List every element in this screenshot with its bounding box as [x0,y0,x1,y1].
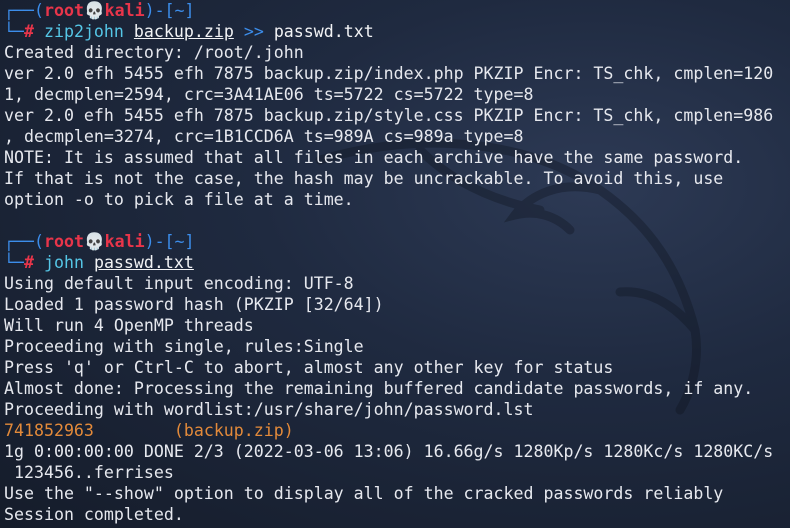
terminal-output[interactable]: ┌──(root💀kali)-[~] └─# zip2john backup.z… [4,0,786,525]
output-line: ver 2.0 efh 5455 efh 7875 backup.zip/sty… [4,106,774,125]
command-line: └─# john passwd.txt [4,252,786,273]
command-outfile: passwd.txt [273,22,374,41]
prompt-user: root [43,1,84,20]
output-line: If that is not the case, the hash may be… [4,169,724,188]
output-line: Using default input encoding: UTF-8 [4,274,354,293]
cracked-password-line: 741852963 (backup.zip) [4,420,786,441]
output-line: 1, decmplen=2594, crc=3A41AE06 ts=5722 c… [4,85,534,104]
prompt-user: root [43,232,84,251]
output-line: Almost done: Processing the remaining bu… [4,379,754,398]
output-line: Proceeding with single, rules:Single [4,337,364,356]
command-redirect: >> [243,22,264,41]
output-line: Proceeding with wordlist:/usr/share/john… [4,400,534,419]
command-argument: passwd.txt [93,253,194,272]
prompt-line-top: ┌──(root💀kali)-[~] [4,231,786,252]
prompt-hash: # [23,253,34,272]
prompt-bracket: ┌──( [4,232,44,251]
prompt-host: kali [104,1,145,20]
cracked-source-file: (backup.zip) [173,421,294,440]
prompt-line-top: ┌──(root💀kali)-[~] [4,0,786,21]
output-line: Use the "--show" option to display all o… [4,484,724,503]
cracked-password: 741852963 [4,421,94,440]
prompt-bracket: ┌──( [4,1,44,20]
output-line: Press 'q' or Ctrl-C to abort, almost any… [4,358,614,377]
output-line: Created directory: /root/.john [4,43,304,62]
skull-icon: 💀 [83,1,105,20]
output-line: ver 2.0 efh 5455 efh 7875 backup.zip/ind… [4,64,774,83]
output-line: 123456..ferrises [4,463,174,482]
output-line: NOTE: It is assumed that all files in ea… [4,148,744,167]
prompt-directory: )-[~] [144,232,195,251]
output-line: option -o to pick a file at a time. [4,190,354,209]
command-line: └─# zip2john backup.zip >> passwd.txt [4,21,786,42]
skull-icon: 💀 [83,232,105,251]
prompt-host: kali [104,232,145,251]
command-argument: backup.zip [133,22,234,41]
command-name: zip2john [43,22,124,41]
output-line: 1g 0:00:00:00 DONE 2/3 (2022-03-06 13:06… [4,442,774,461]
command-name: john [43,253,84,272]
output-line: Loaded 1 password hash (PKZIP [32/64]) [4,295,384,314]
prompt-corner: └─ [4,253,24,272]
output-line: , decmplen=3274, crc=1B1CCD6A ts=989A cs… [4,127,524,146]
output-line: Session completed. [4,505,184,524]
prompt-hash: # [23,22,34,41]
prompt-directory: )-[~] [144,1,195,20]
output-line: Will run 4 OpenMP threads [4,316,254,335]
prompt-corner: └─ [4,22,24,41]
